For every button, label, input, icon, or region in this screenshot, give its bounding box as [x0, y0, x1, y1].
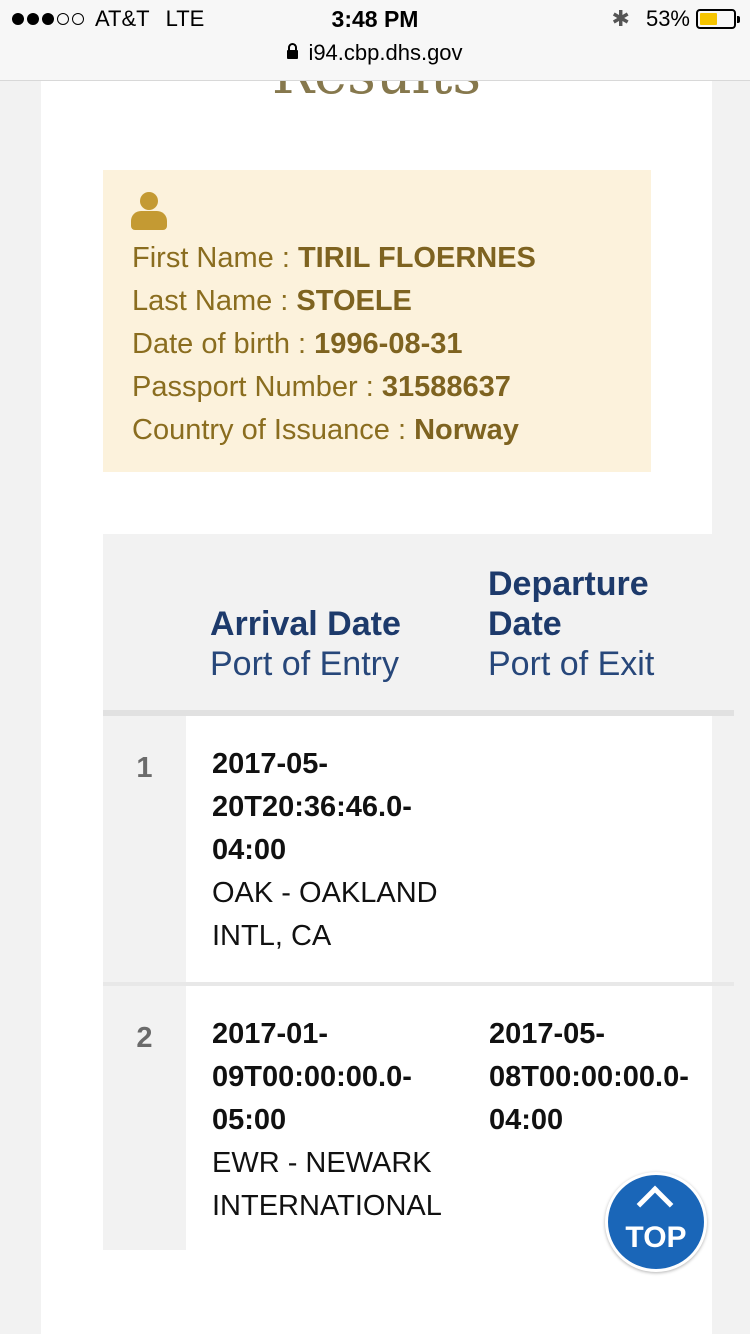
passport-number-row: Passport Number : 31588637 — [132, 371, 511, 404]
arrival-header: Arrival Date Port of Entry — [210, 604, 401, 684]
battery-icon — [696, 9, 740, 29]
first-name-row: First Name : TIRIL FLOERNES — [132, 242, 536, 275]
country-label: Country of Issuance : — [132, 414, 415, 446]
country-value: Norway — [414, 414, 519, 446]
last-name-value: STOELE — [296, 285, 412, 317]
last-name-row: Last Name : STOELE — [132, 285, 412, 318]
birth-date-value: 1996-08-31 — [314, 328, 463, 360]
arrival-cell: 2017-01- 09T00:00:00.0- 05:00 EWR - NEWA… — [212, 1013, 442, 1228]
arrival-date-line: 04:00 — [212, 834, 287, 866]
departure-cell: 2017-05- 08T00:00:00.0- 04:00 — [489, 1013, 689, 1142]
departure-header-title: Departure Date — [488, 565, 649, 643]
battery-percent: 53% — [645, 6, 690, 31]
arrival-date-line: 09T00:00:00.0- — [212, 1061, 412, 1093]
arrival-date-line: 05:00 — [212, 1104, 287, 1136]
status-right: ✱ 53% — [611, 6, 740, 32]
arrival-date-line: 2017-05- — [212, 748, 329, 780]
departure-header: Departure Date Port of Exit — [488, 564, 708, 684]
birth-date-label: Date of birth : — [132, 328, 315, 360]
arrival-port-line: OAK - OAKLAND — [212, 877, 438, 909]
departure-date-line: 2017-05- — [489, 1018, 606, 1050]
traveler-info-card: First Name : TIRIL FLOERNES Last Name : … — [103, 170, 651, 472]
user-icon — [131, 192, 167, 234]
url-text: i94.cbp.dhs.gov — [308, 40, 463, 65]
travel-history-table: Arrival Date Port of Entry Departure Dat… — [103, 534, 734, 1250]
battery-level — [700, 13, 717, 25]
arrival-date-line: 2017-01- — [212, 1018, 329, 1050]
chevron-up-icon — [636, 1185, 674, 1223]
country-row: Country of Issuance : Norway — [132, 414, 519, 447]
arrival-port-line: EWR - NEWARK — [212, 1147, 432, 1179]
row-index: 1 — [103, 716, 186, 982]
first-name-label: First Name : — [132, 242, 298, 274]
row-index: 2 — [103, 986, 186, 1250]
arrival-header-title: Arrival Date — [210, 605, 401, 643]
arrival-port-line: INTL, CA — [212, 920, 332, 952]
departure-header-subtitle: Port of Exit — [488, 645, 655, 683]
back-to-top-button[interactable]: TOP — [605, 1172, 707, 1272]
departure-date-line: 04:00 — [489, 1104, 564, 1136]
arrival-port-line: INTERNATIONAL — [212, 1190, 442, 1222]
table-header: Arrival Date Port of Entry Departure Dat… — [103, 534, 734, 710]
address-bar[interactable]: i94.cbp.dhs.gov — [0, 40, 750, 66]
lock-icon — [287, 43, 299, 59]
birth-date-row: Date of birth : 1996-08-31 — [132, 328, 463, 361]
status-bar: AT&T LTE 3:48 PM i94.cbp.dhs.gov ✱ 53% — [0, 0, 750, 81]
first-name-value: TIRIL FLOERNES — [297, 242, 536, 274]
top-button-label: TOP — [625, 1221, 687, 1254]
passport-number-label: Passport Number : — [132, 371, 382, 403]
last-name-label: Last Name : — [132, 285, 297, 317]
arrival-date-line: 20T20:36:46.0- — [212, 791, 412, 823]
arrival-cell: 2017-05- 20T20:36:46.0- 04:00 OAK - OAKL… — [212, 743, 438, 958]
departure-date-line: 08T00:00:00.0- — [489, 1061, 689, 1093]
table-row: 1 2017-05- 20T20:36:46.0- 04:00 OAK - OA… — [103, 716, 734, 982]
bluetooth-icon: ✱ — [611, 6, 630, 31]
passport-number-value: 31588637 — [381, 371, 511, 403]
arrival-header-subtitle: Port of Entry — [210, 645, 399, 683]
